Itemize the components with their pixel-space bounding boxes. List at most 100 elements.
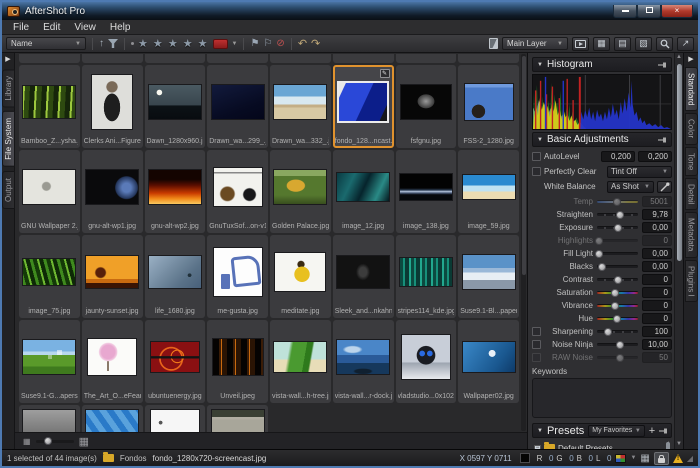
thumbnail-cell[interactable]: fondo_128...ncast.jpg✎	[333, 65, 394, 148]
slider-track[interactable]	[597, 330, 638, 333]
autolevel-value-high[interactable]: 0,200	[638, 151, 672, 162]
thumbnail-cell[interactable]: GNU Wallpaper 2.jpg	[19, 150, 80, 233]
thumbnail-cell[interactable]: Dawn_1280x960.jpg	[145, 65, 206, 148]
fullscreen-button[interactable]: ↗	[677, 37, 694, 51]
slider-value[interactable]: 0	[642, 235, 672, 246]
sidebar-tab-file-system[interactable]: File System	[2, 111, 15, 167]
slider-value[interactable]: 0	[642, 313, 672, 324]
slider-track[interactable]	[597, 291, 638, 294]
slideshow-button[interactable]	[572, 37, 589, 51]
large-thumbnails-icon[interactable]: ▦	[79, 435, 89, 448]
thumbnail-cell[interactable]: Bamboo_Z...ysha.jpg	[19, 65, 80, 148]
slider-thumb[interactable]	[604, 328, 612, 336]
thumbnail-cell[interactable]: Suse9.1-Bl...papers.jpg	[458, 235, 519, 318]
thumbnail-cell[interactable]: Golden Palace.jpg	[270, 150, 331, 233]
thumbnail-cell[interactable]: Drawn_wa...299_.jpg	[207, 65, 268, 148]
slider-thumb[interactable]	[611, 289, 619, 297]
zero-stars-icon[interactable]	[131, 42, 134, 45]
slider-track[interactable]	[597, 278, 638, 281]
slider-value[interactable]: 0	[642, 274, 672, 285]
thumbnail-cell[interactable]	[82, 405, 143, 432]
thumbnail-cell[interactable]	[19, 405, 80, 432]
basic-adjustments-header[interactable]: ▼ Basic Adjustments	[532, 132, 672, 147]
add-preset-button[interactable]: +	[649, 426, 655, 436]
histogram-header[interactable]: ▼ Histogram	[532, 57, 672, 72]
thumbnail-cell-partial[interactable]	[333, 54, 394, 63]
star-rating-filter[interactable]: ★ ★ ★ ★ ★	[138, 37, 209, 50]
slider-thumb[interactable]	[614, 224, 622, 232]
thumbnail-cell[interactable]: vladstudio...0x1024.jpg	[396, 320, 457, 403]
thumbnail-cell[interactable]	[207, 405, 268, 432]
panel-tab-color[interactable]: Color	[685, 113, 698, 144]
color-label-swatch[interactable]	[213, 39, 228, 49]
slider-thumb[interactable]	[616, 341, 624, 349]
autolevel-value-low[interactable]: 0,200	[601, 151, 635, 162]
maximize-button[interactable]	[637, 5, 661, 18]
keywords-input[interactable]	[532, 378, 672, 418]
slider-value[interactable]: 100	[642, 326, 672, 337]
slider-value[interactable]: 0	[642, 300, 672, 311]
slider-thumb[interactable]	[613, 198, 621, 206]
thumbnail-cell[interactable]: gnu-alt-wp1.jpg	[82, 150, 143, 233]
thumbnail-cell-partial[interactable]	[396, 54, 457, 63]
warning-icon[interactable]	[673, 454, 683, 463]
autolevel-checkbox[interactable]	[532, 152, 541, 161]
slider-thumb[interactable]	[598, 263, 606, 271]
panel-tab-standard[interactable]: Standard	[685, 67, 698, 111]
white-balance-select[interactable]: As Shot ▼	[607, 181, 654, 193]
thumbnail-cell[interactable]: Suse9.1-G...apers.jpg	[19, 320, 80, 403]
slider-thumb[interactable]	[616, 211, 624, 219]
thumbnail-cell[interactable]: stripes114_kde.jpg	[396, 235, 457, 318]
main-layer-select[interactable]: Main Layer ▼	[502, 37, 568, 50]
color-label-caret-icon[interactable]: ▼	[232, 41, 238, 47]
current-folder[interactable]: Fondos	[120, 454, 147, 463]
slider-value[interactable]: 5001	[642, 196, 672, 207]
preview-view-button[interactable]: ▧	[635, 37, 652, 51]
thumbnail-cell[interactable]	[145, 405, 206, 432]
slider-checkbox[interactable]	[532, 353, 541, 362]
presets-scrollbar[interactable]	[666, 442, 670, 449]
lock-button[interactable]	[654, 452, 669, 465]
layer-copy-icon[interactable]	[489, 38, 498, 49]
thumbnail-cell[interactable]: FSS-2_1280.jpg	[458, 65, 519, 148]
pin-icon[interactable]	[659, 427, 667, 435]
thumbnail-cell[interactable]: Wallpaper02.jpg	[458, 320, 519, 403]
thumbnail-cell[interactable]: image_138.jpg	[396, 150, 457, 233]
slider-track[interactable]	[597, 252, 638, 255]
thumbnail-cell[interactable]: life_1680.jpg	[145, 235, 206, 318]
flag-review-icon[interactable]: ⚐	[263, 38, 272, 49]
scroll-down-icon[interactable]: ▼	[676, 440, 682, 449]
thumbnail-cell-partial[interactable]	[458, 54, 519, 63]
presets-header[interactable]: ▼ Presets My Favorites ▼ +	[532, 423, 672, 438]
thumbnail-cell[interactable]: GnuTuxSof...on-v1.jpg	[207, 150, 268, 233]
chevron-down-icon[interactable]: ▼	[630, 455, 636, 461]
panel-tab-detail[interactable]: Detail	[685, 178, 698, 210]
slider-thumb[interactable]	[614, 276, 622, 284]
color-profile-icon[interactable]	[615, 454, 626, 463]
panel-tab-metadata[interactable]: Metadata	[685, 212, 698, 257]
slider-value[interactable]: 0,00	[642, 261, 672, 272]
close-button[interactable]: ×	[661, 5, 693, 18]
thumbnail-cell[interactable]: jaunty-sunset.jpg	[82, 235, 143, 318]
thumbnail-cell[interactable]: Drawn_wa...332_.jpg	[270, 65, 331, 148]
pin-icon[interactable]	[658, 136, 667, 144]
thumbnail-cell[interactable]: The_Art_O...eFear.jpg	[82, 320, 143, 403]
flag-reject-icon[interactable]: ⊘	[276, 38, 284, 49]
preset-item[interactable]: −Default Presets	[534, 442, 662, 449]
thumbnail-cell-partial[interactable]	[207, 54, 268, 63]
thumbnail-cell[interactable]: Sleek_and...nkahn.jpg	[333, 235, 394, 318]
slider-track[interactable]	[597, 200, 638, 203]
slider-checkbox[interactable]	[532, 340, 541, 349]
sidebar-tab-library[interactable]: Library	[2, 69, 15, 107]
flag-pick-icon[interactable]: ⚑	[250, 38, 259, 49]
thumbnail-view-button[interactable]: ▦	[593, 37, 610, 51]
slider-value[interactable]: 50	[642, 352, 672, 363]
slider-track[interactable]	[597, 343, 638, 346]
slider-value[interactable]: 0,00	[642, 222, 672, 233]
pin-icon[interactable]	[658, 61, 667, 69]
slider-value[interactable]: 10,00	[642, 339, 672, 350]
expander-icon[interactable]: −	[534, 445, 541, 450]
presets-filter-select[interactable]: My Favorites ▼	[588, 425, 645, 437]
slider-track[interactable]	[597, 356, 638, 359]
menu-view[interactable]: View	[67, 22, 103, 33]
